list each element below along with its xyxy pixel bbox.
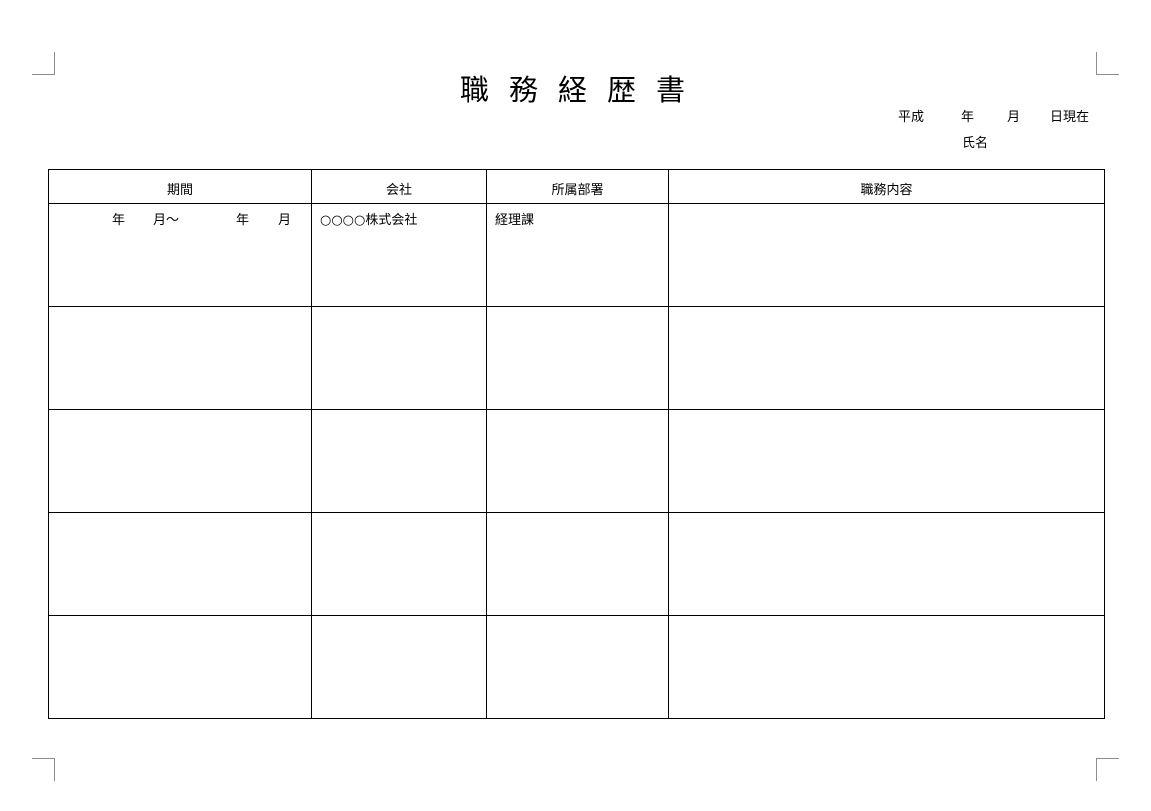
end-month-label: 月 [278,213,292,228]
period-cell[interactable]: 年 月〜 年 月 [48,203,312,307]
table-row [48,409,1105,513]
department-text [487,410,668,418]
table-row [48,615,1105,719]
column-header-department: 所属部署 [486,169,669,204]
department-cell[interactable]: 経理課 [486,203,669,307]
duties-text [669,513,1104,521]
department-text [487,307,668,315]
department-text [487,513,668,521]
department-cell[interactable] [486,409,669,513]
document-title: 職務経歴書 [459,73,705,107]
start-year-label: 年 [112,213,126,228]
period-text: 年 月〜 年 月 [49,212,311,232]
crop-mark-bottom-left [32,758,55,781]
duties-text [669,204,1104,212]
column-header-period: 期間 [48,169,312,204]
company-text [312,616,486,624]
company-text [312,513,486,521]
start-month-label: 月〜 [153,213,180,228]
company-cell[interactable] [311,512,487,616]
company-text: ○○○○株式会社 [320,213,418,228]
column-header-company: 会社 [311,169,487,204]
company-text [312,410,486,418]
table-header-row: 期間 会社 所属部署 職務内容 [48,169,1105,204]
name-label: 氏名 [962,136,989,151]
era-label: 平成 [898,110,925,125]
department-cell[interactable] [486,615,669,719]
career-history-table: 期間 会社 所属部署 職務内容 年 月〜 年 月 ○○○○株式会社 経理課 [48,169,1105,719]
period-cell[interactable] [48,306,312,410]
table-row [48,306,1105,410]
duties-cell[interactable] [668,306,1105,410]
year-label: 年 [961,110,975,125]
crop-mark-bottom-right [1096,758,1119,781]
department-text [487,616,668,624]
period-cell[interactable] [48,615,312,719]
department-cell[interactable] [486,512,669,616]
company-cell[interactable] [311,615,487,719]
duties-cell[interactable] [668,203,1105,307]
company-text [312,307,486,315]
period-cell[interactable] [48,512,312,616]
duties-cell[interactable] [668,615,1105,719]
duties-cell[interactable] [668,512,1105,616]
table-row: 年 月〜 年 月 ○○○○株式会社 経理課 [48,203,1105,307]
company-cell[interactable]: ○○○○株式会社 [311,203,487,307]
duties-text [669,616,1104,624]
column-header-duties: 職務内容 [668,169,1105,204]
duties-text [669,410,1104,418]
company-cell[interactable] [311,409,487,513]
department-cell[interactable] [486,306,669,410]
table-row [48,512,1105,616]
company-cell[interactable] [311,306,487,410]
period-cell[interactable] [48,409,312,513]
department-text: 経理課 [495,213,535,228]
end-year-label: 年 [236,213,250,228]
duties-text [669,307,1104,315]
duties-cell[interactable] [668,409,1105,513]
month-label: 月 [1007,110,1021,125]
day-current-label: 日現在 [1050,110,1090,125]
